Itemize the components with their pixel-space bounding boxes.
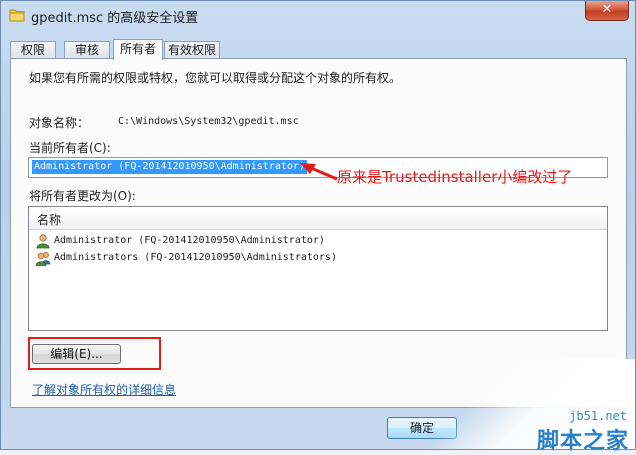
edit-button[interactable]: 编辑(E)...	[32, 344, 121, 364]
window-title: gpedit.msc 的高级安全设置	[31, 11, 199, 26]
user-group-icon	[35, 252, 51, 266]
current-owner-label: 当前所有者(C):	[29, 141, 111, 155]
current-owner-value[interactable]: Administrator (FQ-201412010950\Administr…	[32, 160, 307, 174]
annotation-arrow-icon	[300, 163, 338, 181]
tab-effective-permissions[interactable]: 有效权限	[164, 41, 220, 58]
tab-auditing[interactable]: 审核	[64, 41, 110, 58]
title-bar[interactable]: gpedit.msc 的高级安全设置 ✕	[1, 1, 635, 31]
candidate-name: Administrator (FQ-201412010950\Administr…	[54, 235, 325, 246]
ownership-info-link[interactable]: 了解对象所有权的详细信息	[32, 381, 176, 398]
candidate-name: Administrators (FQ-201412010950\Administ…	[54, 252, 337, 263]
intro-text: 如果您有所需的权限或特权，您就可以取得或分配这个对象的所有权。	[29, 71, 402, 85]
close-button[interactable]: ✕	[585, 1, 629, 21]
list-column-header[interactable]: 名称	[29, 207, 607, 230]
column-name-label: 名称	[37, 213, 62, 227]
tab-permissions[interactable]: 权限	[10, 41, 56, 58]
object-name-label: 对象名称：	[29, 116, 90, 130]
annotation-note: 原来是Trustedinstaller小编改过了	[337, 168, 573, 186]
object-name-value: C:\Windows\System32\gpedit.msc	[118, 116, 299, 127]
dialog-window: gpedit.msc 的高级安全设置 ✕ 权限 审核 所有者 有效权限 如果您有…	[0, 0, 636, 454]
watermark-site: jb51.net	[569, 409, 627, 423]
change-owner-label: 将所有者更改为(O):	[29, 189, 136, 203]
owner-candidates-list[interactable]: 名称 Administrator (FQ-201412010950\Admini…	[28, 206, 608, 331]
tab-owner[interactable]: 所有者	[113, 39, 163, 60]
folder-icon	[9, 9, 25, 22]
user-icon	[36, 234, 50, 249]
watermark-brand: 脚本之家	[536, 429, 629, 454]
